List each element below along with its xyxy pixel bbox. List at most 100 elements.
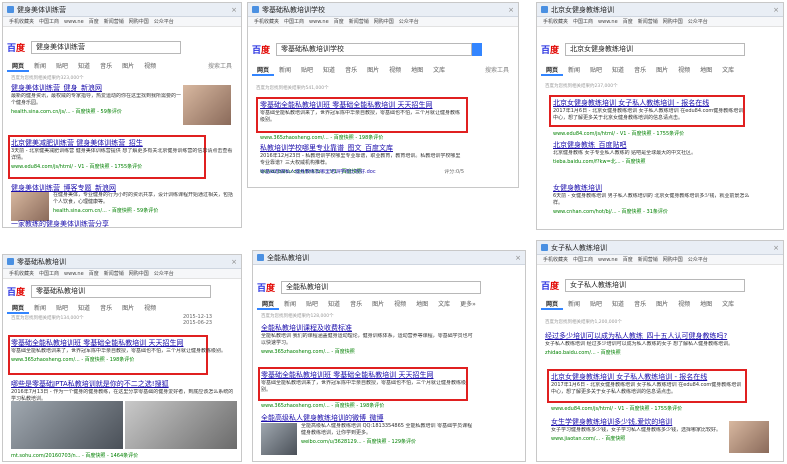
result-title[interactable]: 零基础全能私教培训班 零基础全能私教培训 天天招生网: [261, 370, 475, 380]
close-icon[interactable]: ×: [515, 254, 521, 262]
tab-video[interactable]: 视频: [139, 61, 161, 72]
search-button[interactable]: [472, 43, 482, 56]
bookmark-item[interactable]: 百度: [89, 270, 99, 277]
result-title[interactable]: 北京健身教练_百度贴吧: [553, 140, 753, 150]
result-title[interactable]: 全能私教培训课程及收费标准: [261, 323, 475, 333]
result-thumbnail[interactable]: [261, 423, 297, 455]
result-url[interactable]: tieba.baidu.com/f?kw=北... - 百度快照: [553, 158, 753, 165]
result-url[interactable]: www.edu84.com/js/html/ - V1 - 百度快照 - 175…: [11, 163, 235, 170]
sub-result-title[interactable]: 零基础想做私人健身教练去哪里培训学校比较好.doc: [260, 169, 376, 175]
tab-web[interactable]: 网页: [257, 299, 280, 310]
bookmark-item[interactable]: 手机收藏夹: [9, 18, 34, 25]
search-tools-button[interactable]: 搜索工具: [480, 65, 514, 76]
bookmark-item[interactable]: 手机收藏夹: [254, 18, 279, 25]
tab-web[interactable]: 网页: [252, 65, 275, 76]
result-thumbnail[interactable]: [11, 191, 49, 221]
result-thumbnail[interactable]: [11, 401, 123, 449]
bookmark-item[interactable]: www.ne: [64, 19, 84, 25]
tab-map[interactable]: 地图: [695, 299, 717, 310]
bookmark-item[interactable]: 新闻营销: [349, 18, 369, 25]
result-title[interactable]: 北京女健身教练培训 女子私人教练培训 - 报名在线: [553, 98, 745, 108]
tab-video[interactable]: 视频: [384, 65, 406, 76]
bookmark-item[interactable]: 网购中国: [129, 18, 149, 25]
tab-zhidao[interactable]: 知道: [607, 65, 629, 76]
browser-tab[interactable]: 女子私人教练培训 ×: [537, 241, 783, 255]
tab-wenku[interactable]: 文库: [428, 65, 450, 76]
browser-tab[interactable]: 零基础私教培训 ×: [3, 255, 241, 269]
bookmark-item[interactable]: www.ne: [309, 19, 329, 25]
result-title[interactable]: 一家教练的健身美体训练营分享: [11, 219, 235, 227]
tab-wenku[interactable]: 文库: [433, 299, 455, 310]
bookmark-item[interactable]: 网购中国: [129, 270, 149, 277]
tab-wenku[interactable]: 文库: [717, 299, 739, 310]
browser-tab[interactable]: 全能私教培训 ×: [253, 251, 525, 265]
tab-news[interactable]: 新闻: [274, 65, 296, 76]
bookmark-item[interactable]: 公众平台: [154, 270, 174, 277]
result-title[interactable]: 北京女健身教练培训 女子私人教练培训 - 报名在线: [551, 372, 743, 382]
bookmark-item[interactable]: www.ne: [598, 257, 618, 263]
result-title[interactable]: 健身美体训练营_健身_新浪网: [11, 83, 181, 93]
bookmark-item[interactable]: 中国工商: [39, 270, 59, 277]
tab-zhidao[interactable]: 知道: [607, 299, 629, 310]
tab-images[interactable]: 图片: [362, 65, 384, 76]
bookmark-item[interactable]: 公众平台: [154, 18, 174, 25]
result-thumbnail[interactable]: [125, 401, 237, 449]
tab-music[interactable]: 音乐: [345, 299, 367, 310]
result-url[interactable]: www.edu84.com/js/html/ - V1 - 百度快照 - 175…: [551, 405, 777, 412]
tab-video[interactable]: 视频: [139, 303, 161, 314]
result-thumbnail[interactable]: [183, 85, 231, 125]
tab-tieba[interactable]: 贴吧: [585, 65, 607, 76]
bookmark-item[interactable]: 网购中国: [663, 18, 683, 25]
tab-tieba[interactable]: 贴吧: [296, 65, 318, 76]
result-url[interactable]: www.365zhaosheng.com/... - 百度快照 - 198条评价: [260, 134, 512, 141]
search-input[interactable]: 全能私教培训: [281, 281, 481, 294]
result-url[interactable]: www.cnhan.com/hot/bj/... - 百度快照 - 31条评价: [553, 208, 753, 215]
result-url[interactable]: www.365zhaosheng.com/... - 百度快照 - 198条评价: [261, 402, 519, 409]
tab-images[interactable]: 图片: [367, 299, 389, 310]
bookmark-item[interactable]: 新闻营销: [638, 256, 658, 263]
result-thumbnail[interactable]: [729, 421, 769, 453]
tab-map[interactable]: 地图: [406, 65, 428, 76]
tab-web[interactable]: 网页: [7, 303, 30, 314]
search-input[interactable]: 健身美体训练营: [31, 41, 181, 54]
bookmark-item[interactable]: 新闻营销: [104, 18, 124, 25]
bookmark-item[interactable]: 公众平台: [688, 256, 708, 263]
tab-web[interactable]: 网页: [541, 65, 564, 76]
bookmark-item[interactable]: 百度: [89, 18, 99, 25]
tab-map[interactable]: 地图: [411, 299, 433, 310]
bookmark-item[interactable]: 中国工商: [573, 256, 593, 263]
tab-tieba[interactable]: 贴吧: [301, 299, 323, 310]
browser-tab[interactable]: 北京女健身教练培训 ×: [537, 3, 783, 17]
result-url[interactable]: health.sina.com.cn/... - 百度快照 - 59条评价: [53, 207, 235, 214]
bookmark-item[interactable]: 中国工商: [284, 18, 304, 25]
tab-tieba[interactable]: 贴吧: [51, 61, 73, 72]
tab-images[interactable]: 图片: [651, 65, 673, 76]
tab-music[interactable]: 音乐: [629, 299, 651, 310]
tab-more[interactable]: 更多»: [455, 299, 481, 310]
bookmark-item[interactable]: www.ne: [64, 271, 84, 277]
search-input[interactable]: 零基础私教培训: [31, 285, 211, 298]
result-title[interactable]: 全能高级私人健身教练培训的微博_微博: [261, 413, 475, 423]
close-icon[interactable]: ×: [231, 6, 237, 14]
result-title[interactable]: 北京健美减肥训练营 健身美体训练营_招生: [11, 138, 235, 148]
search-tools-button[interactable]: 搜索工具: [203, 61, 237, 72]
result-url[interactable]: zhidao.baidu.com/... - 百度快照: [545, 349, 753, 356]
result-title[interactable]: 女生学健身教练培训多少钱,爱炊的培训: [551, 417, 723, 427]
tab-images[interactable]: 图片: [651, 299, 673, 310]
result-url[interactable]: www.365zhaosheng.com/... - 百度快照: [261, 348, 475, 355]
bookmark-item[interactable]: 手机收藏夹: [9, 270, 34, 277]
browser-tab[interactable]: 零基础私教培训学校 ×: [248, 3, 518, 17]
close-icon[interactable]: ×: [231, 258, 237, 266]
tab-zhidao[interactable]: 知道: [318, 65, 340, 76]
tab-video[interactable]: 视频: [673, 299, 695, 310]
tab-images[interactable]: 图片: [117, 303, 139, 314]
tab-news[interactable]: 新闻: [563, 299, 585, 310]
search-input[interactable]: 零基础私教培训学校: [276, 43, 472, 56]
bookmark-item[interactable]: 网购中国: [374, 18, 394, 25]
close-icon[interactable]: ×: [508, 6, 514, 14]
result-title[interactable]: 零基础全能私教培训班 零基础全能私教培训 天天招生网: [11, 338, 235, 348]
tab-tieba[interactable]: 贴吧: [51, 303, 73, 314]
result-title[interactable]: 经过多少培训可以成为私人教练_四十五人认可健身教练吗?: [545, 331, 753, 341]
tab-news[interactable]: 新闻: [29, 303, 51, 314]
tab-wenku[interactable]: 文库: [717, 65, 739, 76]
